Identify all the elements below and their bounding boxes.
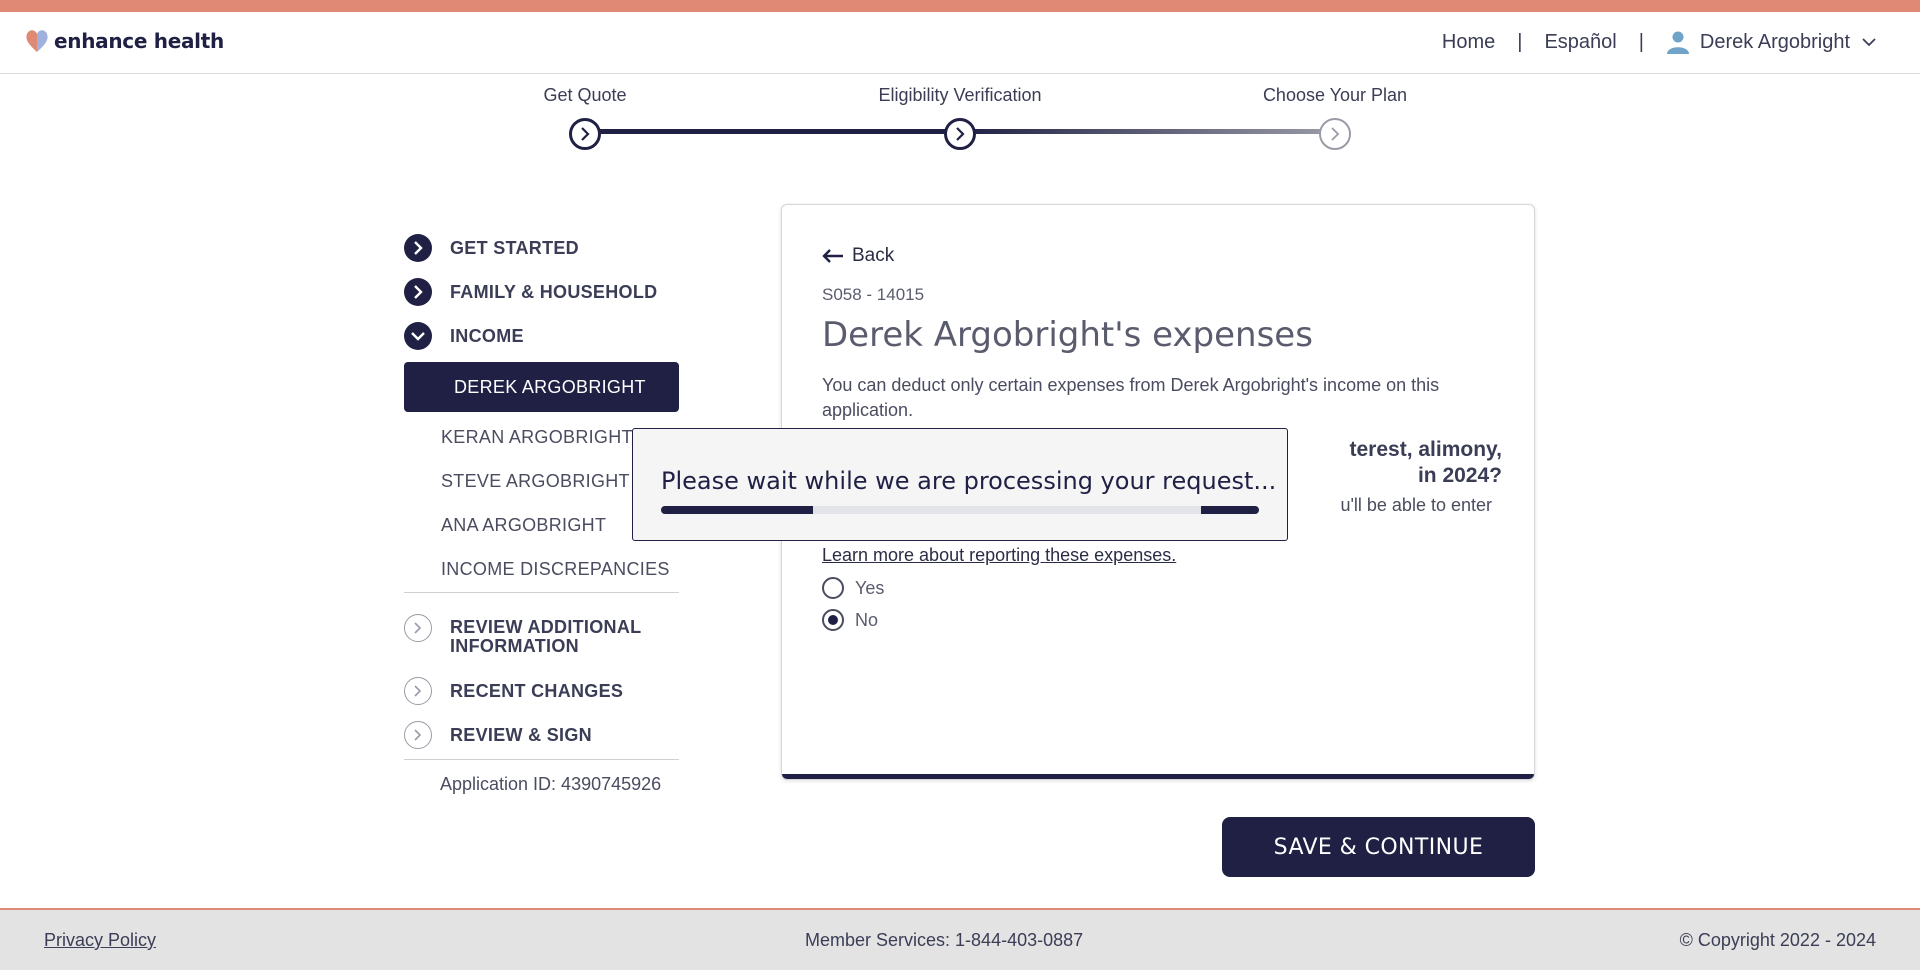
loading-progress-bar (661, 506, 1259, 514)
radio-label: No (855, 609, 879, 630)
chevron-right-icon (404, 721, 432, 749)
sidebar-item-review-additional[interactable]: REVIEW ADDITIONAL INFORMATION (404, 614, 641, 656)
sidebar-item-recent-changes[interactable]: RECENT CHANGES (404, 677, 623, 705)
chevron-right-icon (956, 127, 965, 141)
processing-dialog: Please wait while we are processing your… (632, 428, 1288, 541)
sidebar-item-review-sign[interactable]: REVIEW & SIGN (404, 721, 592, 749)
user-menu[interactable]: Derek Argobright (1666, 30, 1886, 54)
question-line: terest, alimony, (1349, 438, 1503, 461)
loading-segment (661, 506, 813, 514)
privacy-policy-link[interactable]: Privacy Policy (44, 930, 156, 951)
sidebar-divider (404, 592, 679, 593)
back-label: Back (852, 245, 895, 266)
chevron-right-icon (1331, 127, 1340, 141)
application-id: Application ID: 4390745926 (440, 774, 662, 794)
nav-language-link[interactable]: Español (1544, 31, 1616, 54)
sidebar-subitem-steve-argobright[interactable]: STEVE ARGOBRIGHT (441, 471, 630, 492)
step-line-complete (585, 129, 960, 134)
sidebar-item-label: GET STARTED (450, 237, 579, 258)
chevron-right-icon (404, 278, 432, 306)
step-label-get-quote: Get Quote (543, 85, 627, 105)
sidebar-divider (404, 759, 679, 760)
arrow-left-icon (822, 249, 843, 263)
user-name: Derek Argobright (1699, 30, 1850, 53)
nav-home-link[interactable]: Home (1442, 31, 1495, 54)
nav-separator: | (1517, 30, 1523, 53)
save-continue-button[interactable]: SAVE & CONTINUE (1222, 817, 1535, 877)
sidebar-item-label: REVIEW & SIGN (450, 724, 592, 745)
radio-option-no[interactable]: No (822, 609, 878, 631)
sidebar-item-get-started[interactable]: GET STARTED (404, 234, 579, 262)
step-label-choose-plan: Choose Your Plan (1262, 85, 1408, 105)
header-nav: Home | Español | Derek Argobright (1442, 30, 1886, 54)
sidebar-item-label: RECENT CHANGES (450, 680, 624, 701)
sidebar-subitem-keran-argobright[interactable]: KERAN ARGOBRIGHT (441, 427, 633, 448)
site-footer: Privacy Policy Member Services: 1-844-40… (0, 908, 1920, 970)
chevron-right-icon (404, 677, 432, 705)
brand-name: enhance health (54, 29, 224, 53)
user-icon (1666, 31, 1689, 54)
step-circle-get-quote[interactable] (569, 118, 601, 150)
radio-button[interactable] (822, 609, 844, 631)
back-link[interactable]: Back (822, 245, 894, 267)
copyright: © Copyright 2022 - 2024 (1679, 930, 1876, 950)
sidebar-item-label: INCOME (450, 325, 524, 346)
step-circle-choose-plan[interactable] (1319, 118, 1351, 150)
sidebar-subitem-derek-argobright[interactable]: DEREK ARGOBRIGHT (404, 362, 679, 412)
sidebar-item-income[interactable]: INCOME (404, 322, 524, 350)
page-title: Derek Argobright's expenses (822, 315, 1313, 355)
question-line: in 2024? (1417, 464, 1502, 487)
page-description: You can deduct only certain expenses fro… (822, 375, 1440, 420)
heart-logo-icon (24, 28, 52, 54)
screen-code: S058 - 14015 (822, 285, 925, 304)
step-label-eligibility: Eligibility Verification (878, 85, 1042, 105)
radio-selected-dot (828, 615, 838, 625)
brand-logo[interactable]: enhance health (24, 28, 224, 54)
sidebar-subitem-ana-argobright[interactable]: ANA ARGOBRIGHT (441, 515, 606, 536)
chevron-down-icon (1862, 38, 1876, 47)
sidebar-item-label: FAMILY & HOUSEHOLD (450, 281, 658, 302)
learn-more-link[interactable]: Learn more about reporting these expense… (822, 545, 1176, 566)
top-accent-strip (0, 0, 1920, 12)
nav-separator: | (1638, 30, 1644, 53)
step-line-upcoming (960, 129, 1335, 134)
chevron-right-icon (404, 234, 432, 262)
processing-message: Please wait while we are processing your… (661, 467, 1277, 495)
sidebar-subitem-income-discrepancies[interactable]: INCOME DISCREPANCIES (441, 559, 670, 580)
radio-button[interactable] (822, 577, 844, 599)
card-bottom-bar (782, 774, 1534, 779)
site-header: enhance health Home | Español | Derek Ar… (0, 12, 1920, 74)
chevron-right-icon (404, 614, 432, 642)
sidebar-item-label: REVIEW ADDITIONAL (450, 617, 642, 637)
sidebar-item-label: INFORMATION (450, 636, 579, 656)
sidebar-item-family-household[interactable]: FAMILY & HOUSEHOLD (404, 278, 657, 306)
loading-segment (1201, 506, 1259, 514)
radio-label: Yes (855, 577, 885, 598)
step-circle-eligibility[interactable] (944, 118, 976, 150)
radio-option-yes[interactable]: Yes (822, 577, 884, 599)
member-services: Member Services: 1-844-403-0887 (805, 930, 1084, 950)
chevron-right-icon (581, 127, 590, 141)
chevron-down-icon (404, 322, 432, 350)
